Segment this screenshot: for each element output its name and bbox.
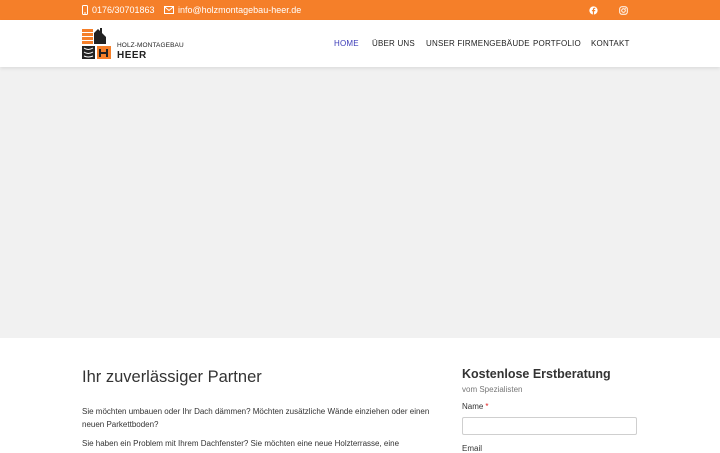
name-input[interactable] bbox=[462, 417, 637, 435]
email-address[interactable]: info@holzmontagebau-heer.de bbox=[178, 5, 301, 15]
phone-number[interactable]: 0176/30701863 bbox=[92, 5, 155, 15]
hero-image-area bbox=[0, 67, 720, 338]
phone-icon bbox=[82, 5, 88, 15]
facebook-icon[interactable] bbox=[587, 4, 599, 16]
form-subtitle: vom Spezialisten bbox=[462, 385, 523, 394]
nav-item-kontakt[interactable]: KONTAKT bbox=[591, 39, 630, 48]
name-label: Name * bbox=[462, 402, 488, 411]
nav-item-home[interactable]: HOME bbox=[334, 39, 359, 48]
required-marker: * bbox=[485, 402, 489, 411]
envelope-icon bbox=[164, 6, 174, 14]
nav-item-firmengebaeude[interactable]: UNSER FIRMENGEBÄUDE bbox=[426, 39, 530, 48]
company-logo[interactable]: HOLZ-MONTAGEBAU HEER bbox=[82, 27, 186, 61]
site-header: HOLZ-MONTAGEBAU HEER HOME ÜBER UNS UNSER… bbox=[0, 20, 720, 67]
email-label: Email bbox=[462, 444, 483, 453]
intro-paragraph-2: Sie haben ein Problem mit Ihrem Dachfens… bbox=[82, 439, 400, 448]
phone-contact[interactable]: 0176/30701863 bbox=[82, 0, 155, 20]
name-label-text: Name bbox=[462, 402, 484, 411]
logo-text-line1: HOLZ-MONTAGEBAU bbox=[117, 42, 184, 49]
logo-mark-icon bbox=[82, 28, 111, 59]
top-bar: 0176/30701863 info@holzmontagebau-heer.d… bbox=[0, 0, 720, 20]
instagram-icon[interactable] bbox=[617, 4, 629, 16]
form-title: Kostenlose Erstberatung bbox=[462, 367, 611, 381]
intro-paragraph: Sie möchten umbauen oder Ihr Dach dämmen… bbox=[82, 407, 430, 429]
section-heading: Ihr zuverlässiger Partner bbox=[82, 368, 262, 386]
email-contact[interactable]: info@holzmontagebau-heer.de bbox=[164, 0, 301, 20]
nav-item-portfolio[interactable]: PORTFOLIO bbox=[533, 39, 581, 48]
nav-item-ueber-uns[interactable]: ÜBER UNS bbox=[372, 39, 415, 48]
logo-text-line2: HEER bbox=[117, 50, 147, 61]
